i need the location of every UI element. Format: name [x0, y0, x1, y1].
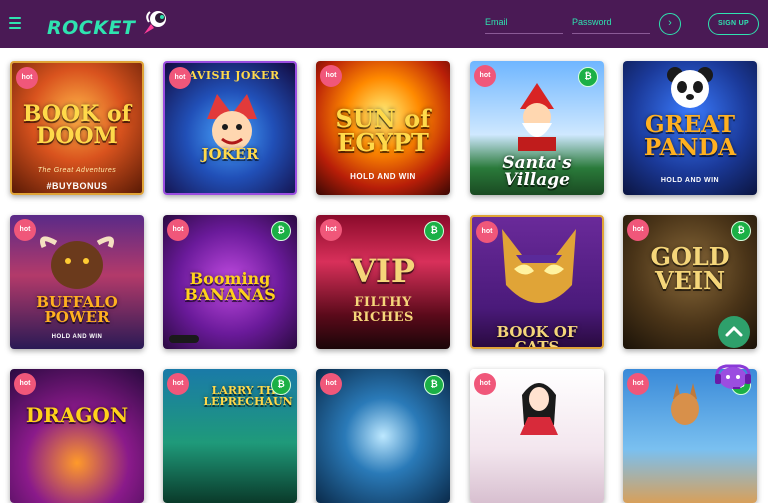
bitcoin-badge: ₿: [578, 67, 598, 87]
game-tile-dragon[interactable]: DRAGON hot: [10, 369, 144, 503]
hot-badge: hot: [167, 219, 189, 241]
hot-badge: hot: [167, 373, 189, 395]
kangaroo-illustration: [671, 383, 699, 425]
game-tile-santas-village[interactable]: Santa's Village hot ₿: [470, 61, 604, 195]
game-subtitle: HOLD AND WIN: [51, 334, 103, 340]
hot-badge: hot: [474, 65, 496, 87]
hot-badge: hot: [320, 65, 342, 87]
game-title: BUFFALO POWER: [36, 293, 118, 327]
game-tile-booming-bananas[interactable]: Booming BANANAS hot ₿: [163, 215, 297, 349]
headset-icon: [715, 364, 751, 389]
game-subtitle: FILTHY RICHES: [352, 295, 414, 325]
signup-button[interactable]: SIGN UP: [708, 13, 759, 35]
games-grid: BOOK of DOOM The Great Adventures #BUYBO…: [0, 48, 768, 503]
game-title: BOOK of DOOM: [22, 101, 132, 150]
login-submit-button[interactable]: ›: [659, 13, 681, 35]
game-extra: #BUYBONUS: [46, 181, 108, 191]
hot-badge: hot: [320, 219, 342, 241]
hot-badge: hot: [16, 67, 38, 89]
game-tile-blue-fantasy[interactable]: hot ₿: [316, 369, 450, 503]
hot-badge: hot: [627, 219, 649, 241]
hot-badge: hot: [627, 373, 649, 395]
bitcoin-badge: ₿: [271, 375, 291, 395]
logo-text[interactable]: ROCKET: [47, 17, 135, 39]
buffalo-illustration: [40, 236, 114, 289]
top-bar: ROCKET › SIGN UP: [0, 0, 768, 48]
game-title: GOLD VEIN: [650, 242, 730, 296]
game-tile-vip-filthy-riches[interactable]: VIP FILTHY RICHES hot ₿: [316, 215, 450, 349]
progress-toggle: [169, 335, 199, 343]
bitcoin-badge: ₿: [424, 221, 444, 241]
game-subtitle: HOLD AND WIN: [350, 172, 416, 181]
password-input[interactable]: [572, 12, 650, 32]
game-tile-lavish-joker[interactable]: LAVISH JOKER JOKER hot: [163, 61, 297, 195]
game-tile-book-of-cats[interactable]: BOOK OF CATS hot: [470, 215, 604, 349]
geisha-illustration: [520, 383, 558, 435]
hot-badge: hot: [14, 219, 36, 241]
hot-badge: hot: [14, 373, 36, 395]
game-title: Santa's Village: [502, 153, 572, 191]
rocket-logo-icon: [144, 11, 166, 34]
password-field[interactable]: [572, 12, 650, 34]
bitcoin-badge: ₿: [731, 221, 751, 241]
game-tile-buffalo-power[interactable]: BUFFALO POWER HOLD AND WIN hot: [10, 215, 144, 349]
email-field[interactable]: [485, 12, 563, 34]
game-tile-book-of-doom[interactable]: BOOK of DOOM The Great Adventures #BUYBO…: [10, 61, 144, 195]
game-subtitle: HOLD AND WIN: [660, 177, 720, 184]
game-title: VIP: [351, 252, 415, 290]
game-title: SUN of EGYPT: [335, 104, 431, 158]
game-title: GREAT PANDA: [643, 111, 737, 162]
game-subtitle: The Great Adventures: [37, 167, 117, 174]
hot-badge: hot: [320, 373, 342, 395]
bitcoin-badge: ₿: [424, 375, 444, 395]
support-chat-button[interactable]: [712, 362, 754, 392]
cat-mask-illustration: [502, 229, 576, 303]
game-tile-sun-of-egypt[interactable]: SUN of EGYPT HOLD AND WIN hot: [316, 61, 450, 195]
game-tile-larry-the-leprechaun[interactable]: LARRY THE LEPRECHAUN hot ₿: [163, 369, 297, 503]
hot-badge: hot: [474, 373, 496, 395]
game-tile-geisha[interactable]: hot: [470, 369, 604, 503]
game-title: DRAGON: [25, 403, 129, 427]
santa-illustration: [518, 83, 556, 151]
hamburger-menu-icon[interactable]: [9, 17, 21, 29]
game-title: Booming BANANAS: [184, 269, 276, 305]
game-title: JOKER: [201, 145, 259, 163]
game-tile-great-panda[interactable]: GREAT PANDA HOLD AND WIN: [623, 61, 757, 195]
bitcoin-badge: ₿: [271, 221, 291, 241]
hot-badge: hot: [476, 221, 498, 243]
game-title: BOOK OF CATS: [496, 323, 578, 349]
chevron-up-icon: [725, 326, 743, 337]
hot-badge: hot: [169, 67, 191, 89]
email-input[interactable]: [485, 12, 563, 32]
scroll-to-top-button[interactable]: [718, 316, 750, 348]
panda-illustration: [667, 67, 713, 108]
